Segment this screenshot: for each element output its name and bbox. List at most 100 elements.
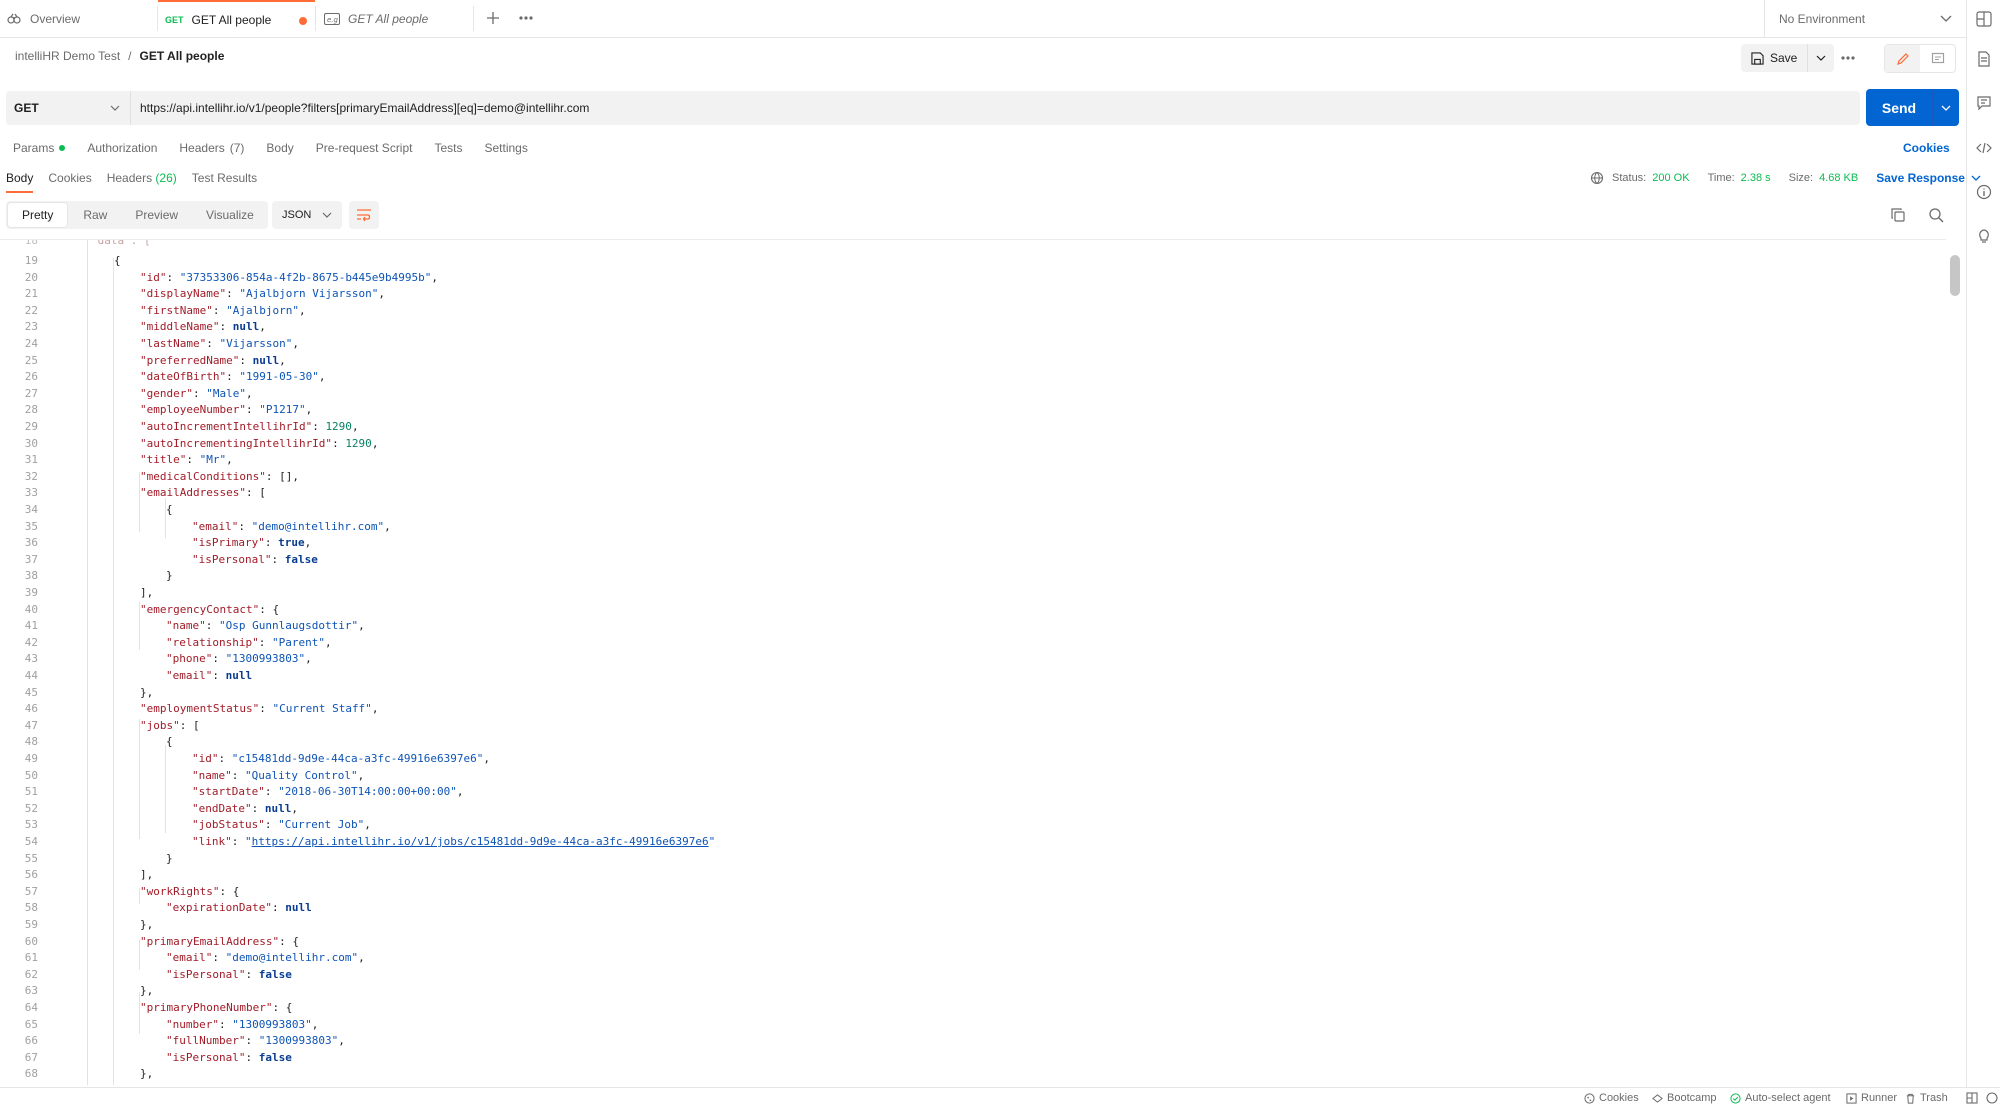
search-icon[interactable]: [1928, 207, 1944, 223]
trash-icon: [1905, 1093, 1916, 1104]
breadcrumb-collection[interactable]: intelliHR Demo Test: [15, 49, 120, 63]
json-key: "email": [192, 519, 239, 533]
json-key: "email": [166, 669, 213, 682]
indent-guide: [87, 240, 88, 1085]
url-input[interactable]: https://api.intellihr.io/v1/people?filte…: [131, 91, 1860, 125]
tab-response-headers[interactable]: Headers (26): [107, 171, 177, 193]
tab-headers[interactable]: Headers (7): [179, 141, 244, 155]
comment-mode-button[interactable]: [1920, 45, 1955, 72]
bootcamp-icon: [1652, 1093, 1663, 1104]
code-line: {: [166, 503, 173, 516]
code-line: "employeeNumber": "P1217",: [140, 403, 312, 416]
send-button[interactable]: Send: [1866, 89, 1933, 126]
tab-test-results[interactable]: Test Results: [192, 171, 257, 193]
tab-tests[interactable]: Tests: [434, 141, 462, 155]
code-icon[interactable]: [1976, 140, 1992, 156]
save-response-button[interactable]: Save Response: [1876, 171, 1965, 185]
tab-params[interactable]: Params: [13, 141, 66, 155]
json-key: "displayName": [140, 287, 227, 301]
help-icon[interactable]: [1986, 1092, 1998, 1104]
method-select[interactable]: GET: [6, 91, 131, 125]
documentation-icon[interactable]: [1976, 51, 1992, 67]
tab-response-body[interactable]: Body: [6, 171, 34, 193]
view-raw[interactable]: Raw: [69, 201, 121, 229]
json-key: "primaryEmailAddress": [140, 934, 280, 948]
view-preview[interactable]: Preview: [121, 201, 192, 229]
status-auto-select-agent[interactable]: Auto-select agent: [1730, 1092, 1831, 1104]
response-body-editor[interactable]: 18 "data": [ 19 {20 "id": "37353306-854a-4…: [0, 239, 1946, 1085]
code-line: "title": "Mr",: [140, 453, 233, 466]
environment-selector[interactable]: No Environment: [1764, 0, 1966, 37]
json-link[interactable]: https://api.intellihr.io/v1/jobs/c15481d…: [252, 835, 709, 848]
more-tabs-icon[interactable]: [518, 10, 534, 26]
json-punctuation: :: [264, 536, 279, 550]
json-string: "Ajalbjorn": [226, 303, 299, 317]
tab-body[interactable]: Body: [266, 141, 293, 155]
two-pane-view-icon[interactable]: [1966, 1092, 1978, 1104]
view-pretty[interactable]: Pretty: [8, 203, 68, 227]
line-number: 61: [24, 951, 38, 965]
json-key: "gender": [140, 386, 193, 400]
wrap-lines-button[interactable]: [349, 201, 379, 229]
json-punctuation: ,: [305, 403, 313, 417]
code-line: "firstName": "Ajalbjorn",: [140, 304, 306, 317]
time-value[interactable]: 2.38 s: [1741, 172, 1771, 184]
more-options-icon[interactable]: [1837, 47, 1859, 69]
code-line: }: [166, 569, 173, 582]
status-runner[interactable]: Runner: [1846, 1092, 1897, 1104]
save-options-button[interactable]: [1808, 44, 1834, 72]
tab-authorization[interactable]: Authorization: [87, 141, 157, 155]
plus-icon[interactable]: [485, 10, 501, 26]
breadcrumb-separator: /: [128, 49, 132, 63]
comments-icon[interactable]: [1976, 95, 1992, 111]
copy-icon[interactable]: [1890, 207, 1906, 223]
line-number: 23: [24, 320, 38, 334]
info-icon[interactable]: [1976, 184, 1992, 200]
json-punctuation: :: [245, 1050, 259, 1064]
line-number: 40: [24, 602, 38, 616]
json-number: 1290: [325, 420, 352, 433]
scrollbar-thumb[interactable]: [1950, 255, 1960, 296]
status-cookies[interactable]: Cookies: [1584, 1092, 1639, 1104]
environment-quick-look-icon[interactable]: [1976, 11, 1992, 27]
line-number: 25: [24, 353, 38, 367]
tab-settings[interactable]: Settings: [485, 141, 528, 155]
json-punctuation: :: [226, 370, 240, 384]
save-button[interactable]: Save: [1741, 44, 1809, 72]
view-visualize[interactable]: Visualize: [192, 201, 268, 229]
vertical-scrollbar[interactable]: [1946, 239, 1960, 1084]
json-key: "emergencyContact": [140, 602, 260, 616]
edit-mode-button[interactable]: [1885, 45, 1920, 72]
tab-pre-request-script[interactable]: Pre-request Script: [316, 141, 413, 155]
code-line: "jobStatus": "Current Job",: [192, 818, 371, 831]
pencil-icon: [1896, 52, 1910, 66]
size-value[interactable]: 4.68 KB: [1819, 172, 1858, 184]
code-line: "workRights": {: [140, 885, 239, 898]
status-value[interactable]: 200 OK: [1652, 172, 1689, 184]
request-name[interactable]: GET All people: [140, 49, 225, 63]
line-number: 33: [24, 486, 38, 500]
line-number: 58: [24, 901, 38, 915]
tab-get-all-people[interactable]: GET GET All people: [158, 0, 315, 37]
globe-icon[interactable]: [1590, 171, 1606, 185]
json-key: "email": [166, 951, 213, 965]
line-number: 47: [24, 718, 38, 732]
json-punctuation: ,: [291, 801, 298, 815]
json-key: "fullNumber": [166, 1034, 246, 1048]
send-options-button[interactable]: [1933, 89, 1959, 126]
tab-response-cookies[interactable]: Cookies: [48, 171, 91, 193]
line-number: 66: [24, 1034, 38, 1048]
tab-get-all-people-example[interactable]: e.g GET All people: [316, 0, 473, 37]
tab-label: Cookies: [48, 171, 92, 185]
chevron-down-icon[interactable]: [1971, 175, 1981, 181]
line-number: 53: [24, 818, 38, 832]
json-punctuation: ,: [384, 519, 391, 533]
json-string: "Current Staff": [272, 702, 372, 716]
json-key: "autoIncrementIntellihrId": [140, 420, 313, 433]
lightbulb-icon[interactable]: [1976, 228, 1992, 244]
status-bootcamp[interactable]: Bootcamp: [1652, 1092, 1717, 1104]
cookies-link[interactable]: Cookies: [1903, 141, 1950, 155]
format-select[interactable]: JSON: [272, 201, 342, 229]
tab-overview[interactable]: Overview: [0, 0, 157, 37]
status-trash[interactable]: Trash: [1905, 1092, 1948, 1104]
